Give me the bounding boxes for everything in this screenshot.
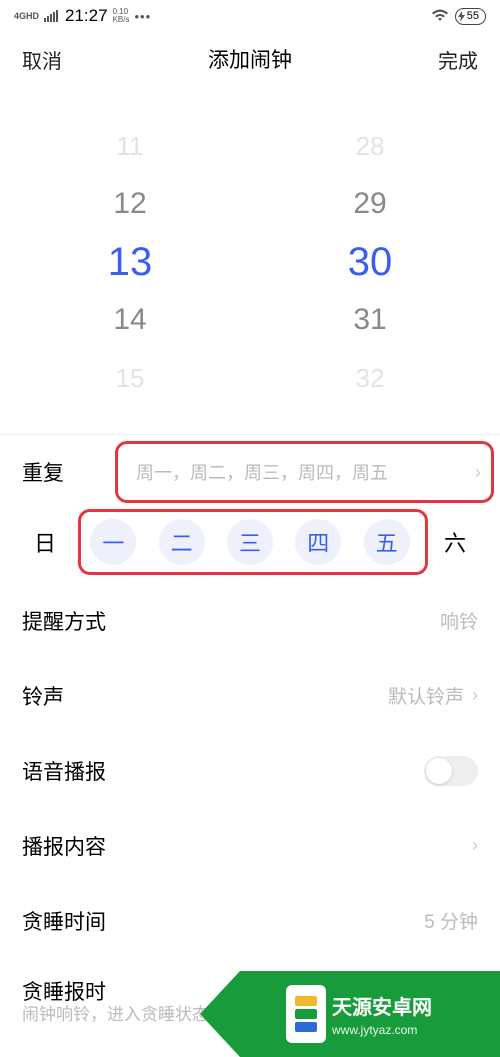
time-picker[interactable]: 11 12 13 14 15 28 29 30 31 32 [0, 94, 500, 434]
done-button[interactable]: 完成 [438, 45, 478, 74]
status-time: 21:27 [65, 6, 108, 26]
repeat-label: 重复 [22, 457, 64, 487]
status-left: 4GHD 21:27 0.10 KB/s ••• [14, 6, 151, 26]
picker-minute: 32 [356, 358, 385, 398]
cancel-button[interactable]: 取消 [22, 45, 62, 74]
picker-minute: 28 [356, 126, 385, 166]
more-icon: ••• [134, 9, 151, 24]
snooze-label: 贪睡时间 [22, 906, 106, 936]
battery-icon: 55 [455, 8, 486, 25]
data-rate: 0.10 KB/s [113, 8, 130, 24]
watermark-url: www.jytyaz.com [332, 1023, 432, 1037]
picker-minute: 29 [353, 184, 386, 224]
days-row: 日 一 二 三 四 五 六 [0, 509, 500, 583]
day-sat[interactable]: 六 [432, 519, 478, 565]
snooze-value: 5 分钟 [424, 907, 478, 934]
network-type-label: 4GHD [14, 11, 39, 21]
chevron-right-icon: › [475, 462, 481, 483]
alert-mode-label: 提醒方式 [22, 606, 106, 636]
repeat-row[interactable]: 重复 周一，周二，周三，周四，周五 › [0, 435, 500, 509]
repeat-value: 周一，周二，周三，周四，周五 [136, 459, 388, 485]
toggle-knob [426, 758, 452, 784]
hour-column[interactable]: 11 12 13 14 15 [108, 126, 153, 398]
status-bar: 4GHD 21:27 0.10 KB/s ••• 55 [0, 0, 500, 28]
snooze-row[interactable]: 贪睡时间 5 分钟 [0, 883, 500, 958]
status-right: 55 [431, 8, 486, 25]
wifi-icon [431, 8, 449, 25]
voice-content-row[interactable]: 播报内容 › [0, 808, 500, 883]
chevron-right-icon: › [472, 685, 478, 706]
day-fri[interactable]: 五 [364, 519, 410, 565]
picker-hour: 14 [113, 300, 146, 340]
highlight-repeat: 周一，周二，周三，周四，周五 › [115, 441, 494, 503]
day-thu[interactable]: 四 [295, 519, 341, 565]
picker-hour-selected: 13 [108, 242, 153, 282]
alert-mode-value: 响铃 [440, 607, 478, 634]
watermark: 天源安卓网 www.jytyaz.com [240, 971, 500, 1057]
header: 取消 添加闹钟 完成 [0, 28, 500, 94]
settings-list: 重复 周一，周二，周三，周四，周五 › 日 一 二 三 四 五 六 提醒方式 响… [0, 434, 500, 1035]
chevron-right-icon: › [472, 835, 478, 856]
voice-row[interactable]: 语音播报 [0, 733, 500, 808]
day-mon[interactable]: 一 [90, 519, 136, 565]
signal-icon [44, 10, 58, 22]
alert-mode-row[interactable]: 提醒方式 响铃 [0, 583, 500, 658]
picker-hour: 12 [113, 184, 146, 224]
page-title: 添加闹钟 [208, 44, 292, 74]
watermark-title: 天源安卓网 [332, 991, 432, 1020]
ringtone-label: 铃声 [22, 681, 64, 711]
picker-hour: 15 [116, 358, 145, 398]
watermark-logo-icon [286, 985, 326, 1043]
day-tue[interactable]: 二 [159, 519, 205, 565]
minute-column[interactable]: 28 29 30 31 32 [348, 126, 393, 398]
picker-minute-selected: 30 [348, 242, 393, 282]
picker-minute: 31 [353, 300, 386, 340]
day-wed[interactable]: 三 [227, 519, 273, 565]
ringtone-value: 默认铃声 [388, 682, 464, 709]
ringtone-row[interactable]: 铃声 默认铃声 › [0, 658, 500, 733]
voice-toggle[interactable] [424, 756, 478, 786]
voice-label: 语音播报 [22, 756, 106, 786]
day-sun[interactable]: 日 [22, 519, 68, 565]
voice-content-label: 播报内容 [22, 831, 106, 861]
picker-hour: 11 [117, 126, 144, 166]
